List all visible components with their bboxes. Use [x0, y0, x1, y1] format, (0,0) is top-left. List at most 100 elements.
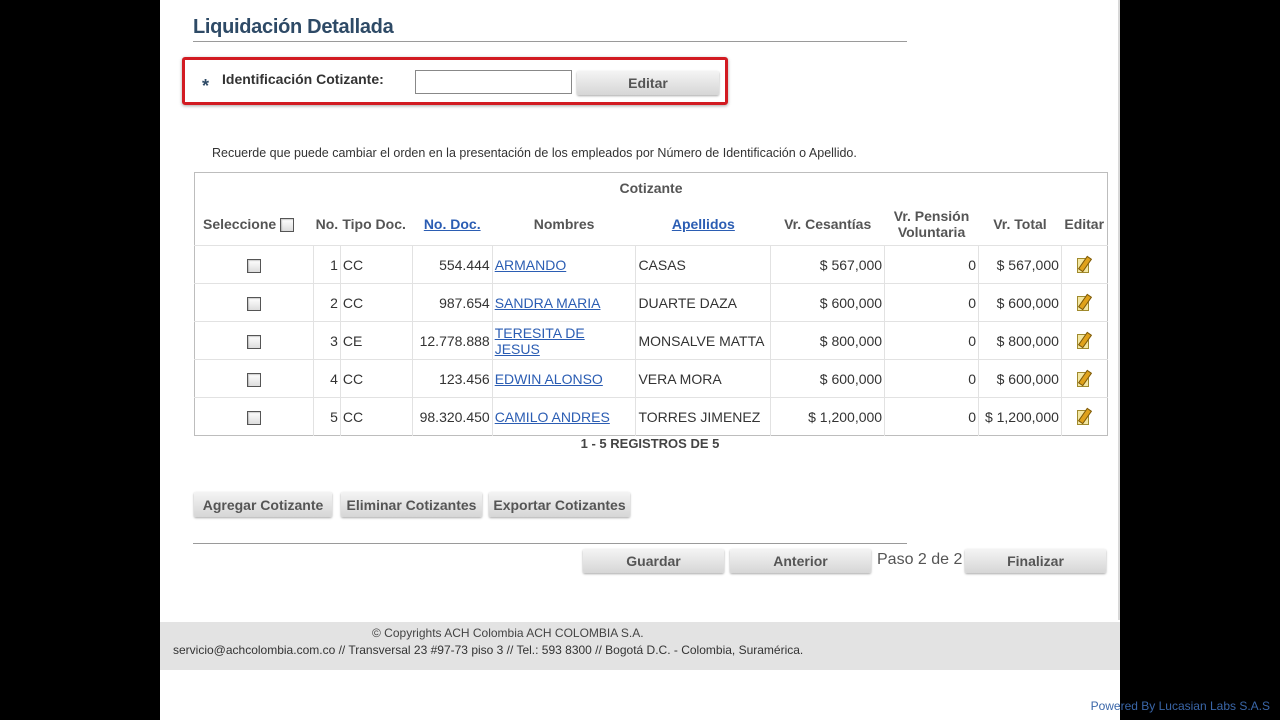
- row-select-checkbox[interactable]: [246, 258, 261, 273]
- row-apellidos: VERA MORA: [635, 359, 771, 398]
- row-pension: 0: [884, 283, 979, 322]
- add-contributor-button[interactable]: Agregar Cotizante: [194, 492, 332, 517]
- row-no: 4: [312, 359, 341, 398]
- row-edit-cell: [1060, 359, 1108, 398]
- main-page: Liquidación Detallada * Identificación C…: [160, 0, 1120, 720]
- table-row: 4 CC 123.456 EDWIN ALONSO VERA MORA $ 600,000…: [194, 359, 1108, 398]
- row-select-cell: [194, 359, 314, 398]
- row-no-doc: 98.320.450: [411, 397, 493, 436]
- row-select-checkbox[interactable]: [246, 372, 261, 387]
- footer: © Copyrights ACH Colombia ACH COLOMBIA S…: [160, 622, 1120, 670]
- row-total: $ 800,000: [977, 321, 1062, 360]
- row-nombres-link[interactable]: TERESITA DE JESUS: [495, 325, 585, 357]
- step-indicator: Paso 2 de 2: [877, 551, 963, 568]
- row-nombres-cell: SANDRA MARIA: [491, 283, 636, 322]
- row-select-checkbox[interactable]: [246, 334, 261, 349]
- row-nombres-link[interactable]: EDWIN ALONSO: [495, 371, 603, 387]
- row-nombres-link[interactable]: CAMILO ANDRES: [495, 409, 610, 425]
- select-all-label: Seleccione: [203, 215, 277, 232]
- col-header-pension: Vr. Pensión Voluntaria: [893, 208, 970, 240]
- identification-input[interactable]: [415, 70, 572, 94]
- row-edit-cell: [1060, 283, 1108, 322]
- row-total: $ 567,000: [977, 245, 1062, 284]
- row-tipo-doc: CC: [339, 397, 413, 436]
- row-no-doc: 554.444: [411, 245, 493, 284]
- col-header-cesantias: Vr. Cesantías: [784, 216, 872, 232]
- col-header-total: Vr. Total: [993, 216, 1047, 232]
- previous-button[interactable]: Anterior: [730, 549, 871, 573]
- row-tipo-doc: CC: [339, 359, 413, 398]
- row-cesantias: $ 600,000: [770, 283, 885, 322]
- row-pension: 0: [884, 359, 979, 398]
- edit-icon[interactable]: [1076, 256, 1092, 274]
- table-body: 1 CC 554.444 ARMANDO CASAS $ 567,000 0 $ 567,00…: [194, 245, 1108, 436]
- identification-search-box: * Identificación Cotizante: Editar: [182, 57, 728, 105]
- identification-label: Identificación Cotizante:: [222, 71, 384, 87]
- sort-by-apellidos-link[interactable]: Apellidos: [672, 216, 735, 232]
- row-tipo-doc: CE: [339, 321, 413, 360]
- row-no: 3: [312, 321, 341, 360]
- row-nombres-cell: EDWIN ALONSO: [491, 359, 636, 398]
- row-total: $ 1,200,000: [977, 397, 1062, 436]
- select-column-header: Seleccione: [195, 203, 314, 246]
- col-header-nombres: Nombres: [533, 216, 595, 232]
- edit-icon[interactable]: [1076, 408, 1092, 426]
- row-pension: 0: [884, 321, 979, 360]
- page-edge: [1118, 0, 1120, 620]
- edit-icon[interactable]: [1076, 294, 1092, 312]
- row-select-checkbox[interactable]: [246, 410, 261, 425]
- row-select-cell: [194, 397, 314, 436]
- row-no: 2: [312, 283, 341, 322]
- col-header-no-doc[interactable]: No. Doc.: [412, 203, 492, 246]
- edit-icon[interactable]: [1076, 370, 1092, 388]
- select-all-checkbox[interactable]: [280, 218, 295, 233]
- row-select-cell: [194, 283, 314, 322]
- row-no-doc: 987.654: [411, 283, 493, 322]
- page-title: Liquidación Detallada: [193, 16, 394, 38]
- row-total: $ 600,000: [977, 359, 1062, 398]
- footer-address: servicio@achcolombia.com.co // Transvers…: [173, 643, 804, 657]
- save-button[interactable]: Guardar: [583, 549, 724, 573]
- row-pension: 0: [884, 245, 979, 284]
- row-apellidos: TORRES JIMENEZ: [635, 397, 771, 436]
- row-nombres-link[interactable]: SANDRA MARIA: [495, 295, 601, 311]
- row-nombres-cell: TERESITA DE JESUS: [491, 321, 636, 360]
- row-no: 1: [312, 245, 341, 284]
- group-header-cotizante: Cotizante: [619, 180, 683, 196]
- row-apellidos: MONSALVE MATTA: [635, 321, 771, 360]
- col-header-tipo-doc: Tipo Doc.: [342, 216, 406, 232]
- row-total: $ 600,000: [977, 283, 1062, 322]
- row-cesantias: $ 567,000: [770, 245, 885, 284]
- row-tipo-doc: CC: [339, 283, 413, 322]
- row-cesantias: $ 600,000: [770, 359, 885, 398]
- title-divider: [193, 41, 907, 42]
- contributors-table: Cotizante Seleccione No. Tipo Doc. No. D…: [194, 172, 1108, 436]
- required-mark: *: [202, 76, 210, 96]
- actions-divider: [193, 543, 907, 544]
- finish-button[interactable]: Finalizar: [965, 549, 1106, 573]
- row-apellidos: DUARTE DAZA: [635, 283, 771, 322]
- col-header-no: No.: [315, 216, 339, 232]
- col-header-apellidos[interactable]: Apellidos: [636, 203, 771, 246]
- table-row: 1 CC 554.444 ARMANDO CASAS $ 567,000 0 $ 567,00…: [194, 245, 1108, 284]
- edit-identification-button[interactable]: Editar: [577, 71, 719, 95]
- row-nombres-cell: CAMILO ANDRES: [491, 397, 636, 436]
- sort-hint-text: Recuerde que puede cambiar el orden en l…: [212, 146, 857, 160]
- delete-contributors-button[interactable]: Eliminar Cotizantes: [341, 492, 482, 517]
- table-row: 5 CC 98.320.450 CAMILO ANDRES TORRES JIMENEZ…: [194, 397, 1108, 436]
- row-edit-cell: [1060, 321, 1108, 360]
- row-nombres-link[interactable]: ARMANDO: [495, 257, 567, 273]
- row-cesantias: $ 800,000: [770, 321, 885, 360]
- row-select-cell: [194, 321, 314, 360]
- export-contributors-button[interactable]: Exportar Cotizantes: [489, 492, 630, 517]
- table-row: 2 CC 987.654 SANDRA MARIA DUARTE DAZA $ 600,0…: [194, 283, 1108, 322]
- col-header-editar: Editar: [1064, 216, 1105, 232]
- row-edit-cell: [1060, 397, 1108, 436]
- row-select-checkbox[interactable]: [246, 296, 261, 311]
- row-no: 5: [312, 397, 341, 436]
- powered-by-text: Powered By Lucasian Labs S.A.S: [1090, 699, 1270, 713]
- row-tipo-doc: CC: [339, 245, 413, 284]
- sort-by-no-doc-link[interactable]: No. Doc.: [424, 216, 481, 232]
- edit-icon[interactable]: [1076, 332, 1092, 350]
- row-apellidos: CASAS: [635, 245, 771, 284]
